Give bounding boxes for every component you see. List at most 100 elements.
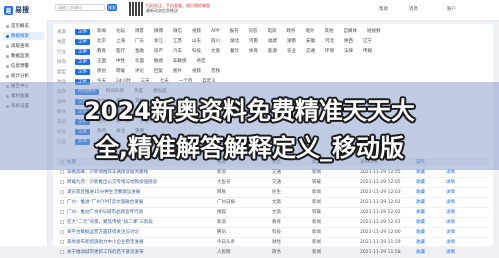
favorite-link[interactable]: 收藏 [416,189,446,195]
filter-tag[interactable]: 负面 [132,59,147,65]
favorite-link[interactable]: 收藏 [416,249,446,255]
row-checkbox[interactable] [60,180,64,184]
detail-link[interactable]: 详情 [446,189,476,195]
filter-tag[interactable]: 传媒 [360,49,375,55]
row-checkbox[interactable] [60,210,64,214]
row-title[interactable]: 关于推动城市更新工作的若干意见发布 [67,249,217,255]
app-logo[interactable]: 易 易搜 [4,4,29,16]
row-checkbox[interactable] [60,200,64,204]
row-checkbox[interactable] [60,190,64,194]
filter-tag[interactable]: 转载 [113,69,128,75]
filter-tag[interactable]: 问答 [246,29,261,35]
filter-tag[interactable]: 中性 [113,59,128,65]
favorite-link[interactable]: 收藏 [416,219,446,225]
favorite-link[interactable]: 收藏 [416,229,446,235]
filter-tag[interactable]: 餐饮 [227,49,242,55]
row-checkbox[interactable] [60,170,64,174]
filter-tag[interactable]: 全部 [75,49,90,55]
filter-tag[interactable]: 福建 [265,39,280,45]
filter-tag[interactable]: 科技 [189,49,204,55]
row-title[interactable]: 某地发布新措施助力中小企业稳定发展 [67,239,217,245]
detail-link[interactable]: 详情 [446,209,476,215]
filter-tag[interactable]: 江苏 [170,39,185,45]
filter-tag[interactable]: 敏感 [151,59,166,65]
filter-tag[interactable]: 医疗 [113,49,128,55]
row-title[interactable]: 转载九月：沪新推出公交专线与地铁加强接驳 [67,179,217,185]
row-title[interactable]: 广州：推进“广州”IP打造文旅融合发展 [67,199,217,205]
filter-tag[interactable]: 河北 [322,39,337,45]
filter-tag[interactable]: 广东 [132,39,147,45]
detail-link[interactable]: 详情 [446,219,476,225]
filter-tag[interactable]: 环保 [322,49,337,55]
filter-tag[interactable]: 湖南 [284,39,299,45]
sidebar-item[interactable]: 信息预警 [3,62,44,70]
filter-tag[interactable]: 浙江 [151,39,166,45]
filter-tag[interactable]: 金融 [132,49,147,55]
filter-tag[interactable]: APP [208,29,223,35]
row-checkbox[interactable] [60,240,64,244]
filter-tag[interactable]: 教育 [94,49,109,55]
search-input[interactable]: 请输入关键词 [55,4,105,11]
filter-tag[interactable]: 视频 [189,69,204,75]
filter-tag[interactable]: 房产 [151,49,166,55]
favorite-link[interactable]: 收藏 [416,209,446,215]
row-title[interactable]: 在大“二元”背景，聚焦传统“加二课”三阶段 [67,219,217,225]
filter-tag[interactable]: 图片 [170,69,185,75]
filter-tag[interactable]: 陕西 [341,39,356,45]
account-link[interactable]: 账户 [447,6,456,12]
filter-tag[interactable]: 安徽 [303,39,318,45]
row-checkbox[interactable] [60,250,64,254]
filter-tag[interactable]: 文旅 [208,49,223,55]
filter-tag[interactable]: 自媒体 [341,29,361,35]
filter-tag[interactable]: 北京 [94,39,109,45]
filter-tag[interactable]: 体育 [246,49,261,55]
filter-tag[interactable]: 微信 [170,29,185,35]
filter-tag[interactable]: 汽车 [170,49,185,55]
filter-tag[interactable]: 农业 [284,49,299,55]
filter-tag[interactable]: 河南 [246,39,261,45]
filter-tag[interactable]: 法律 [341,49,356,55]
favorite-link[interactable]: 收藏 [416,239,446,245]
favorite-link[interactable]: 收藏 [416,199,446,205]
filter-tag[interactable]: 上海 [113,39,128,45]
row-checkbox[interactable] [60,220,64,224]
filter-tag[interactable]: 四川 [208,39,223,45]
detail-link[interactable]: 详情 [446,179,476,185]
filter-tag[interactable]: 政务 [284,29,299,35]
filter-tag[interactable]: 博客 [132,29,147,35]
filter-tag[interactable]: 音频 [208,69,223,75]
filter-tag[interactable]: 能源 [265,49,280,55]
favorite-link[interactable]: 收藏 [416,179,446,185]
sidebar-item[interactable]: 数据监测 [3,52,44,60]
search-button[interactable]: 搜索 [107,4,117,11]
filter-tag[interactable]: 全部 [75,29,90,35]
detail-link[interactable]: 详情 [446,249,476,255]
filter-tag[interactable]: 湖北 [227,39,242,45]
filter-tag[interactable]: 正面 [94,59,109,65]
table-row[interactable]: 关于推动城市更新工作的若干意见发布 人民网 政务 新闻 2021-11-29 11:58… [57,247,489,258]
row-checkbox[interactable] [60,230,64,234]
filter-tag[interactable]: 交通 [303,49,318,55]
filter-tag[interactable]: 非敏感 [170,59,190,65]
sidebar-item[interactable]: 数据搜索 [3,32,44,40]
messages-link[interactable]: 消息 [409,6,418,12]
filter-tag[interactable]: 微博 [151,29,166,35]
filter-tag[interactable]: 视频 [189,29,204,35]
filter-tag[interactable]: 评论 [132,69,147,75]
filter-tag[interactable]: 新闻 [94,29,109,35]
filter-tag[interactable]: 短视频 [364,29,384,35]
sidebar-item[interactable]: 高级查询 [3,42,44,50]
filter-tag[interactable]: 山东 [189,39,204,45]
help-link[interactable]: 帮助 [379,6,388,12]
filter-tag[interactable]: 论坛 [113,29,128,35]
filter-tag[interactable]: 回复 [151,69,166,75]
detail-link[interactable]: 详情 [446,199,476,205]
filter-tag[interactable]: 报刊 [227,29,242,35]
filter-tag[interactable]: 全部 [75,39,90,45]
row-title[interactable]: 浦东新区推进15分钟生活圈建设进展 [67,189,217,195]
row-title[interactable]: 某平台数据运营方面获得关注与讨论 [67,229,217,235]
filter-tag[interactable]: 辽宁 [360,39,375,45]
filter-tag[interactable]: 全部 [75,59,90,65]
sidebar-item[interactable]: 首页概览 [3,22,44,30]
filter-tag[interactable]: 其他 [322,29,337,35]
